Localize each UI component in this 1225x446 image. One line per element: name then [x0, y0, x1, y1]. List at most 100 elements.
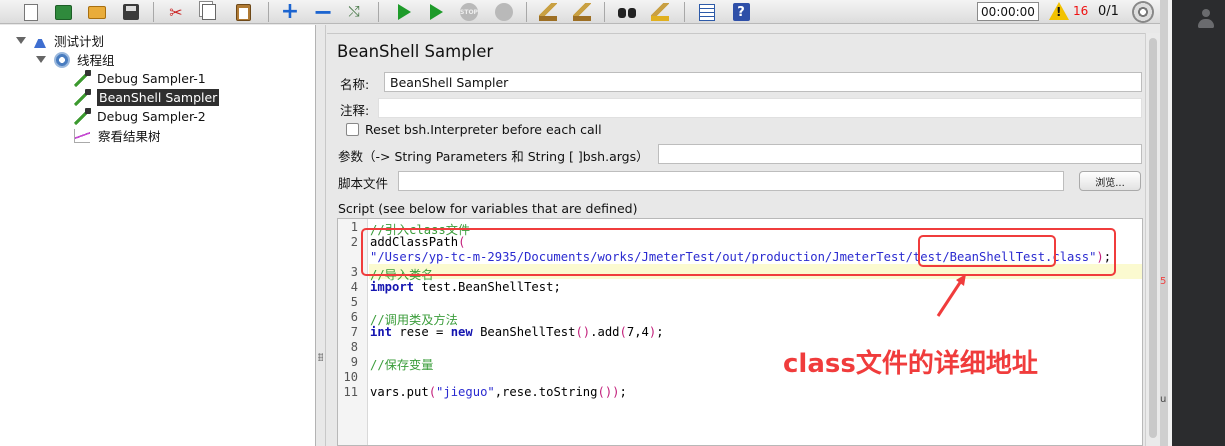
- background-dark-panel: [1172, 0, 1225, 446]
- parameters-field[interactable]: [658, 144, 1142, 164]
- save-icon[interactable]: [120, 1, 142, 23]
- expand-icon[interactable]: +: [279, 1, 301, 23]
- help-icon[interactable]: ?: [730, 1, 752, 23]
- tree-node-test-plan[interactable]: 测试计划: [16, 31, 104, 50]
- cut-icon[interactable]: ✂: [165, 1, 187, 23]
- test-plan-icon: [34, 33, 46, 48]
- line-number: 8: [350, 340, 358, 354]
- toolbar-separator: [526, 2, 527, 22]
- name-field[interactable]: BeanShell Sampler: [384, 72, 1142, 92]
- line-number: 6: [350, 310, 358, 324]
- code-comment: //保存变量: [370, 358, 434, 372]
- expand-triangle-icon[interactable]: [16, 37, 26, 44]
- sampler-icon: [74, 89, 91, 106]
- stop-icon[interactable]: STOP: [458, 1, 480, 23]
- line-number: 3: [350, 265, 358, 279]
- split-pane-handle[interactable]: [318, 353, 323, 361]
- code-keyword: import: [370, 280, 415, 294]
- name-label: 名称:: [340, 77, 370, 92]
- page-title: BeanShell Sampler: [337, 42, 494, 61]
- scrollbar-thumb[interactable]: [1149, 38, 1157, 438]
- new-icon[interactable]: [20, 1, 42, 23]
- copy-icon[interactable]: [198, 1, 220, 23]
- listener-icon: [74, 128, 90, 143]
- toggle-icon[interactable]: ⤭: [343, 1, 365, 23]
- code-text: ,rese.toString: [494, 385, 598, 399]
- tree-node-label: Debug Sampler-1: [97, 71, 206, 86]
- line-number: 5: [350, 295, 358, 309]
- toolbar-separator: [378, 2, 379, 22]
- toolbar-separator: [684, 2, 685, 22]
- code-text: rese =: [392, 325, 451, 339]
- code-semicolon: ;: [619, 385, 627, 399]
- user-icon[interactable]: [1196, 8, 1216, 30]
- toolbar-separator: [153, 2, 154, 22]
- start-no-pauses-icon[interactable]: [425, 1, 447, 23]
- reset-search-icon[interactable]: [649, 1, 671, 23]
- reset-interpreter-checkbox[interactable]: [346, 123, 359, 136]
- elapsed-time: 00:00:00: [977, 2, 1039, 21]
- clear-icon[interactable]: [537, 1, 559, 23]
- comment-label: 注释:: [340, 103, 370, 118]
- tree-node-label: 线程组: [77, 53, 115, 68]
- line-number: 9: [350, 355, 358, 369]
- sampler-icon: [74, 108, 91, 125]
- comment-field[interactable]: [378, 98, 1142, 118]
- active-threads: 0/1: [1098, 4, 1119, 19]
- tree-node-debug-sampler-1[interactable]: Debug Sampler-1: [74, 69, 206, 88]
- background-fragment: 5: [1160, 276, 1167, 287]
- code-paren: (): [597, 385, 613, 399]
- sampler-icon: [74, 70, 91, 87]
- background-window: [1160, 0, 1225, 446]
- main-toolbar: ✂ + − ⤭ STOP ? 00:00:00 ! 16 0/1: [0, 0, 1160, 24]
- script-file-field[interactable]: [398, 171, 1064, 191]
- annotation-text: class文件的详细地址: [783, 349, 1038, 379]
- toolbar-separator: [268, 2, 269, 22]
- tree-node-label: 察看结果树: [98, 129, 161, 144]
- tree-node-view-results-tree[interactable]: 察看结果树: [74, 126, 161, 145]
- vertical-scrollbar[interactable]: [1145, 33, 1160, 446]
- templates-icon[interactable]: [52, 1, 74, 23]
- code-line-4: import test.BeanShellTest;: [370, 280, 561, 294]
- thread-group-icon: [54, 51, 70, 68]
- error-count: 16: [1073, 4, 1089, 18]
- line-number: 2: [350, 235, 358, 249]
- function-helper-icon[interactable]: [696, 1, 718, 23]
- expand-triangle-icon[interactable]: [36, 56, 46, 63]
- code-text: BeanShellTest: [472, 325, 576, 339]
- code-keyword: new: [450, 325, 473, 339]
- line-number: 10: [343, 370, 358, 384]
- clear-all-icon[interactable]: [571, 1, 593, 23]
- code-paren: (): [575, 325, 591, 339]
- code-paren: (: [619, 325, 627, 339]
- code-line-9: //保存变量: [370, 355, 433, 373]
- code-line-7: int rese = new BeanShellTest().add(7,4);: [370, 325, 664, 339]
- paste-icon[interactable]: [232, 1, 254, 23]
- shutdown-icon[interactable]: [493, 1, 515, 23]
- toolbar-separator: [604, 2, 605, 22]
- reset-interpreter-label: Reset bsh.Interpreter before each call: [365, 122, 602, 137]
- browse-button[interactable]: 浏览...: [1079, 171, 1141, 191]
- script-file-label: 脚本文件: [338, 176, 389, 191]
- collapse-icon[interactable]: −: [312, 0, 334, 24]
- background-fragment: u: [1160, 394, 1167, 405]
- tree-node-label-selected: BeanShell Sampler: [97, 89, 220, 106]
- start-icon[interactable]: [393, 1, 415, 23]
- background-window-edge: [1160, 0, 1168, 446]
- tree-node-debug-sampler-2[interactable]: Debug Sampler-2: [74, 107, 206, 126]
- tree-node-label: Debug Sampler-2: [97, 109, 206, 124]
- script-label: Script (see below for variables that are…: [338, 201, 638, 216]
- tree-node-label: 测试计划: [54, 34, 105, 49]
- test-plan-tree: 测试计划 线程组 Debug Sampler-1 BeanShell Sampl…: [0, 25, 316, 446]
- search-icon[interactable]: [616, 1, 638, 23]
- code-string: "jieguo": [436, 385, 495, 399]
- line-number: 1: [350, 220, 358, 234]
- tree-node-thread-group[interactable]: 线程组: [36, 50, 115, 69]
- code-paren: ): [612, 385, 620, 399]
- open-icon[interactable]: [86, 1, 108, 23]
- warning-icon[interactable]: !: [1049, 2, 1069, 20]
- warning-glyph: !: [1056, 5, 1062, 19]
- line-number: 7: [350, 325, 358, 339]
- parameters-label: 参数（-> String Parameters 和 String [ ]bsh.…: [338, 149, 649, 164]
- tree-node-beanshell-sampler[interactable]: BeanShell Sampler: [74, 88, 220, 107]
